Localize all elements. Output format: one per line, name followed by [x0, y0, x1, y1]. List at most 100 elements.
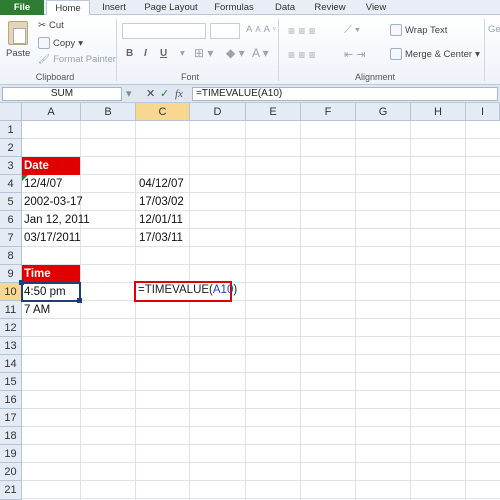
tab-view[interactable]: View [358, 0, 394, 15]
tab-page-layout[interactable]: Page Layout [140, 0, 202, 15]
cancel-icon[interactable]: ✕ [146, 87, 155, 101]
row-header-13[interactable]: 13 [0, 337, 22, 355]
merge-center-button[interactable]: Merge & Center ▾ [390, 48, 480, 60]
formula-bar: SUM ▾ ✕ ✓ fx =TIMEVALUE(A10) [0, 85, 500, 103]
cell-c4[interactable]: 04/12/07 [137, 175, 184, 193]
cell-c7[interactable]: 17/03/11 [137, 229, 183, 247]
fill-handle[interactable] [77, 298, 82, 303]
row-header-7[interactable]: 7 [0, 229, 22, 247]
chevron-down-icon: ▾ [475, 48, 480, 60]
orientation-icon[interactable]: ⟋ ▾ [344, 24, 360, 37]
gridline [22, 264, 500, 265]
fill-handle[interactable] [19, 280, 24, 285]
formula-input[interactable]: =TIMEVALUE(A10) [192, 87, 498, 101]
gridline [22, 426, 500, 427]
row-header-12[interactable]: 12 [0, 319, 22, 337]
referenced-cell-border [21, 282, 81, 302]
row-header-15[interactable]: 15 [0, 373, 22, 391]
gridline [410, 121, 411, 500]
row-header-21[interactable]: 21 [0, 481, 22, 500]
copy-icon [38, 37, 50, 49]
row-header-19[interactable]: 19 [0, 445, 22, 463]
underline-dropdown-icon[interactable]: ▾ [180, 48, 185, 59]
column-header-g[interactable]: G [356, 103, 411, 121]
row-header-10[interactable]: 10 [0, 283, 22, 301]
row-header-2[interactable]: 2 [0, 139, 22, 157]
number-format-partial[interactable]: Ge [488, 24, 500, 35]
row-header-16[interactable]: 16 [0, 391, 22, 409]
column-header-i[interactable]: I [466, 103, 500, 121]
wrap-text-icon [390, 24, 402, 36]
row-header-3[interactable]: 3 [0, 157, 22, 175]
name-box[interactable]: SUM [2, 87, 122, 101]
row-header-14[interactable]: 14 [0, 355, 22, 373]
column-header-c[interactable]: C [136, 103, 190, 121]
gridline [245, 121, 246, 500]
borders-icon[interactable]: ⊞ ▾ [194, 46, 213, 60]
column-header-d[interactable]: D [190, 103, 246, 121]
tab-insert[interactable]: Insert [94, 0, 134, 15]
align-top-icons[interactable]: ≡ ≡ ≡ [288, 24, 316, 38]
font-group-label: Font [180, 72, 199, 82]
font-grow-shrink[interactable]: AA Aᵛ [246, 24, 276, 35]
merge-center-icon [390, 48, 402, 60]
font-size-dropdown[interactable] [210, 23, 240, 39]
tab-review[interactable]: Review [308, 0, 352, 15]
paste-button[interactable]: Paste [6, 48, 30, 59]
row-header-20[interactable]: 20 [0, 463, 22, 481]
cell-a6[interactable]: Jan 12, 2011 [22, 211, 90, 229]
row-header-4[interactable]: 4 [0, 175, 22, 193]
cell-c10-editor[interactable]: =TIMEVALUE(A10) [134, 281, 237, 302]
select-all-corner[interactable] [0, 103, 22, 121]
row-header-18[interactable]: 18 [0, 427, 22, 445]
format-painter-button[interactable]: 🖌 Format Painter [38, 54, 116, 65]
row-header-6[interactable]: 6 [0, 211, 22, 229]
enter-icon[interactable]: ✓ [160, 87, 169, 101]
fill-color-icon[interactable]: ◆ ▾ [226, 46, 245, 60]
column-header-h[interactable]: H [411, 103, 466, 121]
underline-button[interactable]: U [160, 48, 167, 59]
tab-file[interactable]: File [0, 0, 44, 15]
ribbon-tab-bar: File Home Insert Page Layout Formulas Da… [0, 0, 500, 16]
row-header-11[interactable]: 11 [0, 301, 22, 319]
cell-a4[interactable]: 12/4/07 [22, 175, 62, 193]
row-header-5[interactable]: 5 [0, 193, 22, 211]
paste-icon[interactable] [8, 21, 28, 45]
row-header-8[interactable]: 8 [0, 247, 22, 265]
column-header-a[interactable]: A [22, 103, 81, 121]
cut-button[interactable]: ✂ Cut [38, 20, 64, 31]
row-header-1[interactable]: 1 [0, 121, 22, 139]
gridline [22, 390, 500, 391]
wrap-text-label: Wrap Text [405, 24, 448, 36]
cell-c5[interactable]: 17/03/02 [137, 193, 184, 211]
font-name-dropdown[interactable] [122, 23, 206, 39]
gridline [22, 462, 500, 463]
cell-a11[interactable]: 7 AM [22, 301, 50, 319]
name-box-dropdown-icon[interactable]: ▾ [126, 87, 132, 101]
column-header-e[interactable]: E [246, 103, 301, 121]
wrap-text-button[interactable]: Wrap Text [390, 24, 447, 36]
gridline [22, 372, 500, 373]
tab-data[interactable]: Data [266, 0, 304, 15]
align-left-icons[interactable]: ≡ ≡ ≡ [288, 48, 316, 62]
copy-button[interactable]: Copy ▾ [38, 37, 83, 49]
insert-function-icon[interactable]: fx [175, 87, 183, 101]
gridline [22, 300, 500, 301]
indent-icons[interactable]: ⇤ ⇥ [344, 48, 366, 61]
italic-button[interactable]: I [144, 48, 147, 59]
column-header-b[interactable]: B [81, 103, 136, 121]
gridline [22, 210, 500, 211]
font-color-icon[interactable]: A ▾ [252, 46, 269, 60]
cell-a3[interactable]: Date [22, 157, 80, 175]
gridline [355, 121, 356, 500]
cell-a9[interactable]: Time [22, 265, 80, 283]
tab-formulas[interactable]: Formulas [208, 0, 260, 15]
row-header-17[interactable]: 17 [0, 409, 22, 427]
gridline [22, 480, 500, 481]
cell-c6[interactable]: 12/01/11 [137, 211, 183, 229]
cell-a5[interactable]: 2002-03-17 [22, 193, 83, 211]
tab-home[interactable]: Home [46, 0, 90, 16]
column-header-f[interactable]: F [301, 103, 356, 121]
cell-a7[interactable]: 03/17/2011 [22, 229, 81, 247]
bold-button[interactable]: B [126, 48, 133, 59]
